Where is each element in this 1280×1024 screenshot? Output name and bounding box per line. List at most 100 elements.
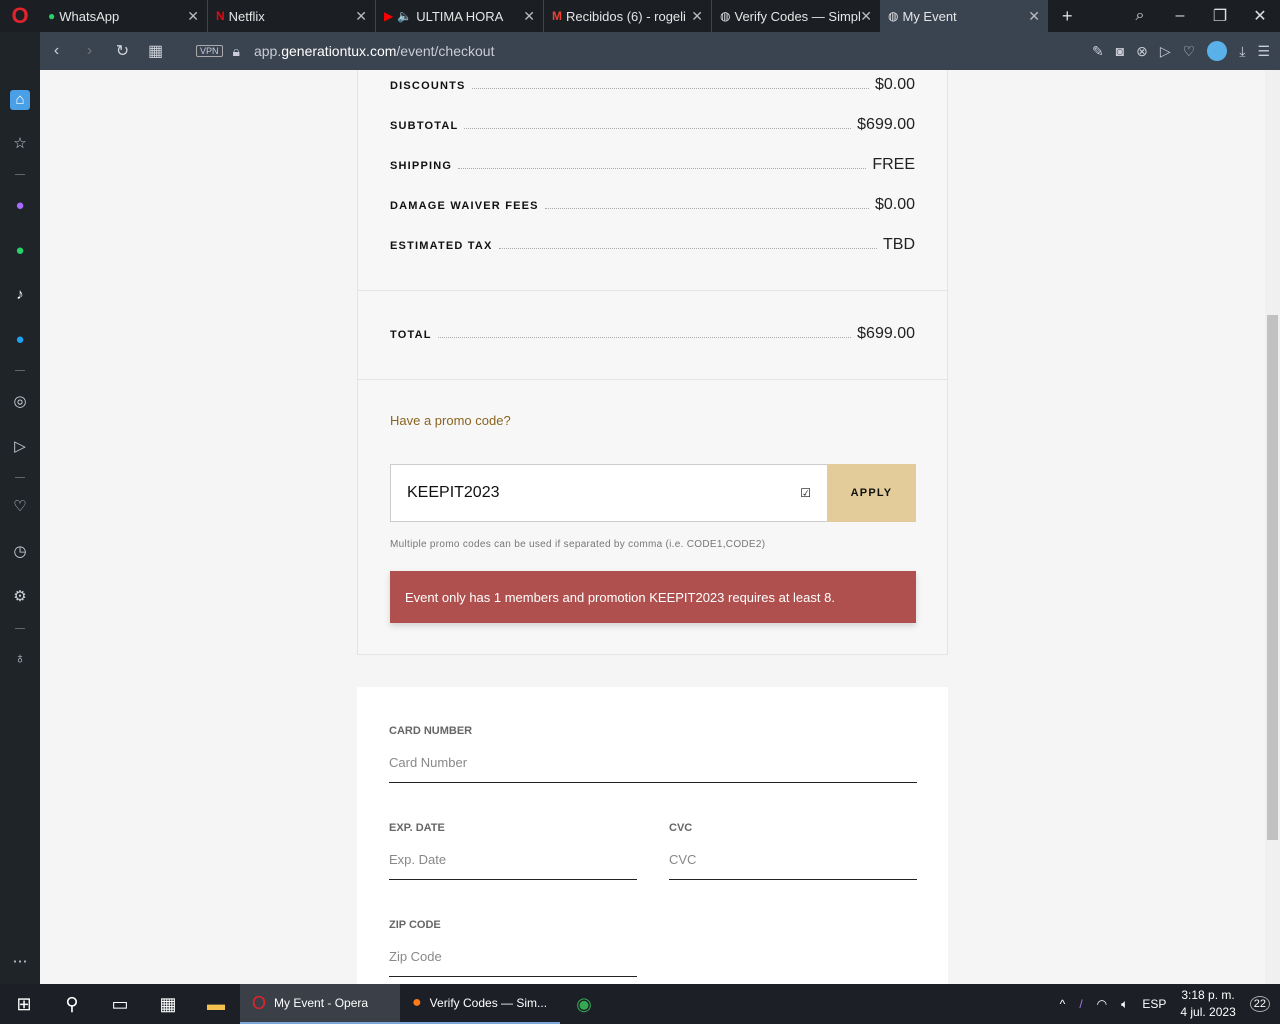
promo-hint: Multiple promo codes can be used if sepa… <box>390 539 766 550</box>
row-label: TOTAL <box>390 329 432 341</box>
chevron-up-icon[interactable]: ^ <box>1060 997 1066 1011</box>
tab-verify-codes[interactable]: ◍ Verify Codes — Simpl ✕ <box>712 0 880 32</box>
heart-icon[interactable]: ♡ <box>10 497 30 517</box>
back-button[interactable]: ‹ <box>40 42 73 60</box>
task-view-icon[interactable]: ▭ <box>96 984 144 1024</box>
row-value: $699.00 <box>857 116 915 133</box>
zip-code-input[interactable]: Zip Code <box>389 949 637 977</box>
globe-icon: ◍ <box>720 9 731 23</box>
tab-netflix[interactable]: N Netflix ✕ <box>208 0 376 32</box>
close-icon[interactable]: ✕ <box>523 8 535 25</box>
zip-code-label: ZIP CODE <box>389 919 441 931</box>
summary-row-shipping: SHIPPING FREE <box>390 156 915 174</box>
promo-code-link[interactable]: Have a promo code? <box>390 413 511 428</box>
search-icon[interactable]: ⚲ <box>48 984 96 1024</box>
restore-button[interactable]: ❐ <box>1200 6 1240 26</box>
whatsapp-icon[interactable]: ● <box>10 241 30 261</box>
send-icon[interactable]: ▷ <box>1160 43 1171 60</box>
url-field[interactable]: app.generationtux.com/event/checkout <box>254 43 495 59</box>
app-label: My Event - Opera <box>274 996 369 1010</box>
star-icon[interactable]: ☆ <box>10 134 30 154</box>
avatar[interactable] <box>1207 41 1228 61</box>
close-icon[interactable]: ✕ <box>1028 8 1040 25</box>
divider <box>358 290 947 291</box>
tab-whatsapp[interactable]: ● WhatsApp ✕ <box>40 0 208 32</box>
tiktok-icon[interactable]: ♪ <box>10 285 30 305</box>
tab-title: Verify Codes — Simpl <box>734 8 861 24</box>
close-icon[interactable]: ✕ <box>860 7 872 25</box>
twitter-icon[interactable]: ● <box>10 330 30 350</box>
close-icon[interactable]: ✕ <box>691 7 703 25</box>
summary-row-damage-waiver: DAMAGE WAIVER FEES $0.00 <box>390 196 915 214</box>
download-icon[interactable]: ⤓ <box>1239 43 1245 60</box>
settings-sliders-icon[interactable]: ☰ <box>1257 43 1270 60</box>
row-value: $0.00 <box>874 76 915 93</box>
close-window-button[interactable]: ✕ <box>1240 6 1280 26</box>
volume-icon[interactable]: 🔈︎ <box>1121 997 1128 1012</box>
scrollbar-thumb[interactable] <box>1267 315 1278 840</box>
gmail-icon: M <box>552 9 562 23</box>
taskbar-app-firefox[interactable]: ● Verify Codes — Sim... <box>400 984 560 1024</box>
opera-logo-icon[interactable]: O <box>0 3 40 29</box>
card-number-input[interactable]: Card Number <box>389 755 917 783</box>
notifications-badge[interactable]: 22 <box>1249 996 1270 1012</box>
heart-icon[interactable]: ♡ <box>1183 43 1196 60</box>
promo-code-input[interactable]: KEEPIT2023 ☑ <box>390 464 828 522</box>
tab-bar: O ● WhatsApp ✕ N Netflix ✕ ▶ 🔈 ULTIMA HORA ✕ MR… <box>0 0 1280 32</box>
edit-icon[interactable]: ✎ <box>1092 43 1104 60</box>
camera-icon[interactable]: ◙ <box>1116 43 1124 59</box>
tab-gmail[interactable]: M Recibidos (6) - rogelio ✕ <box>544 0 712 32</box>
feather-icon[interactable]: / <box>1079 997 1082 1011</box>
app-label: Verify Codes — Sim... <box>429 996 548 1010</box>
apply-button[interactable]: APPLY <box>827 464 916 522</box>
tabs-grid-icon[interactable]: ▦ <box>139 41 172 61</box>
exp-date-input[interactable]: Exp. Date <box>389 852 637 880</box>
file-explorer-icon[interactable]: ▬ <box>192 984 240 1024</box>
lock-icon[interactable]: 🔒︎ <box>233 43 240 60</box>
forward-button[interactable]: › <box>73 42 106 60</box>
gear-icon[interactable]: ⚙ <box>10 587 30 607</box>
language-indicator[interactable]: ESP <box>1142 997 1166 1011</box>
more-icon[interactable]: ⋯ <box>10 952 30 972</box>
close-icon[interactable]: ✕ <box>187 8 199 25</box>
firefox-icon: ● <box>412 994 422 1011</box>
lightbulb-icon[interactable]: ♁ <box>10 649 30 669</box>
tab-my-event[interactable]: ◍ My Event ✕ <box>880 0 1048 32</box>
divider <box>15 477 25 478</box>
send-icon[interactable]: ▷ <box>10 437 30 457</box>
player-icon[interactable]: ◎ <box>10 392 30 412</box>
row-value: $0.00 <box>874 196 915 213</box>
windows-start-icon[interactable]: ⊞ <box>0 984 48 1024</box>
search-icon[interactable]: ⌕ <box>1120 7 1160 25</box>
divider <box>358 379 947 380</box>
taskbar-app-opera[interactable]: O My Event - Opera <box>240 984 400 1024</box>
messenger-icon[interactable]: ● <box>10 196 30 216</box>
close-icon[interactable]: ✕ <box>355 8 367 25</box>
vpn-badge[interactable]: VPN <box>196 45 223 57</box>
new-tab-button[interactable]: + <box>1062 6 1073 27</box>
address-bar: ‹ › ↻ ▦ VPN 🔒︎ app.generationtux.com/eve… <box>40 32 1280 70</box>
tab-title: My Event <box>902 8 957 24</box>
tab-title: WhatsApp <box>59 8 120 24</box>
adblock-icon[interactable]: ⊗ <box>1136 43 1148 60</box>
scrollbar[interactable] <box>1265 70 1280 984</box>
wifi-icon[interactable]: ◠ <box>1097 997 1107 1011</box>
tab-ultima-hora[interactable]: ▶ 🔈 ULTIMA HORA ✕ <box>376 0 544 32</box>
speaker-icon[interactable]: 🔈 <box>397 9 412 23</box>
tab-title: Netflix <box>228 8 265 24</box>
edit-icon[interactable]: ☑ <box>800 486 811 500</box>
clock[interactable]: 3:18 p. m. 4 jul. 2023 <box>1180 987 1235 1021</box>
divider <box>15 370 25 371</box>
divider <box>15 174 25 175</box>
calculator-icon[interactable]: ▦ <box>144 984 192 1024</box>
row-label: SHIPPING <box>390 160 453 172</box>
row-value: TBD <box>883 236 915 253</box>
home-icon[interactable]: ⌂ <box>10 90 30 110</box>
minimize-button[interactable]: – <box>1160 7 1200 25</box>
netflix-icon: N <box>216 9 225 23</box>
chrome-icon[interactable]: ◉ <box>560 984 608 1024</box>
cvc-input[interactable]: CVC <box>669 852 917 880</box>
reload-button[interactable]: ↻ <box>106 41 139 61</box>
tab-title: Recibidos (6) - rogelio <box>566 8 686 24</box>
history-icon[interactable]: ◷ <box>10 542 30 562</box>
